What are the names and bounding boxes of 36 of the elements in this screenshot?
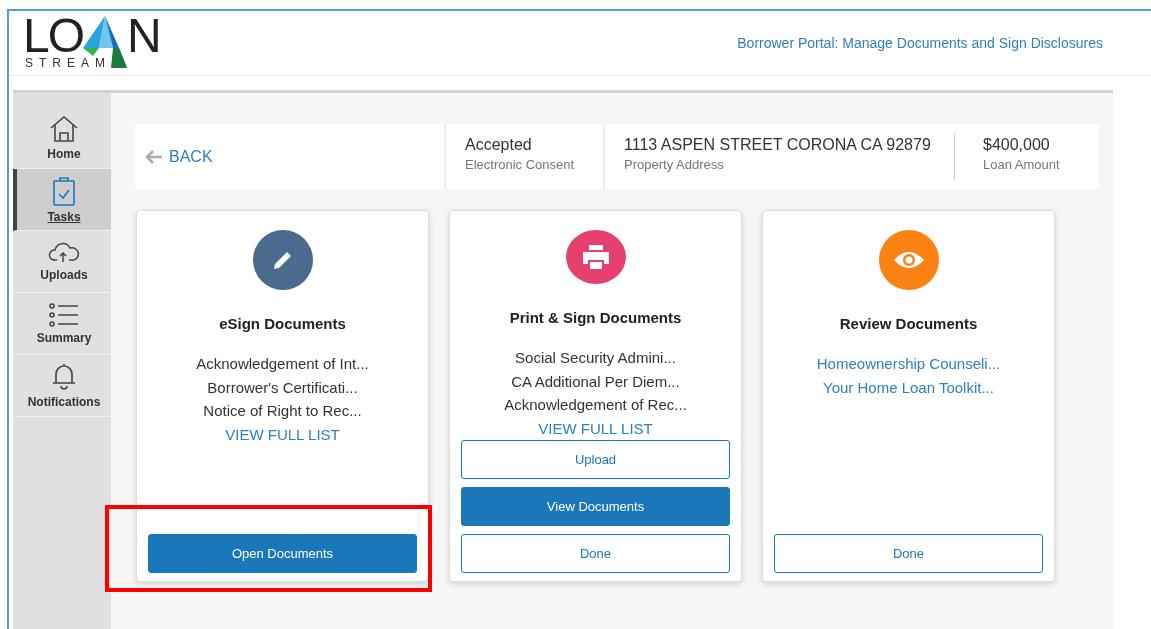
card-title: eSign Documents [219, 315, 346, 332]
document-link[interactable]: VIEW FULL LIST [225, 422, 340, 446]
document-link[interactable]: Homeownership Counseli... [816, 352, 1001, 376]
field-label: Electronic Consent [465, 157, 576, 172]
field-value: $400,000 [983, 136, 1051, 154]
document-link[interactable]: Your Home Loan Toolkit... [823, 375, 994, 399]
clipboard-check-icon [52, 175, 76, 206]
sidebar-item[interactable]: Tasks [13, 169, 111, 231]
field-label: Loan Amount [983, 157, 1061, 172]
home-icon [49, 114, 79, 143]
bell-icon [52, 362, 76, 391]
document-name: Notice of Right to Rec... [203, 401, 362, 421]
document-name: Acknowledgement of Rec... [504, 395, 687, 415]
document-link[interactable]: VIEW FULL LIST [538, 416, 653, 440]
field-value: Accepted [465, 136, 533, 154]
back-link[interactable]: BACK [135, 124, 444, 189]
action-button[interactable]: Done [774, 534, 1043, 573]
field-label: Property Address [624, 157, 725, 172]
list-icon [49, 302, 79, 327]
eye-icon [892, 250, 925, 270]
action-button[interactable]: Done [461, 534, 730, 573]
action-button[interactable]: View Documents [461, 487, 730, 526]
card-title: Review Documents [839, 315, 978, 332]
portal-title: Borrower Portal: Manage Documents and Sign Disclosures [737, 35, 1103, 51]
document-name: Social Security Admini... [515, 348, 676, 368]
printer-icon [580, 244, 611, 270]
document-name: Borrower's Certificati... [207, 377, 358, 398]
document-name: Acknowledgement of Int... [196, 354, 369, 374]
arrow-left-icon [145, 149, 163, 164]
logo: LO N STREAM [23, 16, 161, 70]
action-button[interactable]: Upload [461, 440, 730, 479]
field-value: 1113 ASPEN STREET CORONA CA 92879 [624, 136, 932, 154]
document-name: CA Additional Per Diem... [511, 371, 680, 392]
action-button[interactable]: Open Documents [148, 534, 417, 573]
card-title: Print & Sign Documents [509, 309, 682, 326]
cloud-upload-icon [48, 241, 80, 264]
